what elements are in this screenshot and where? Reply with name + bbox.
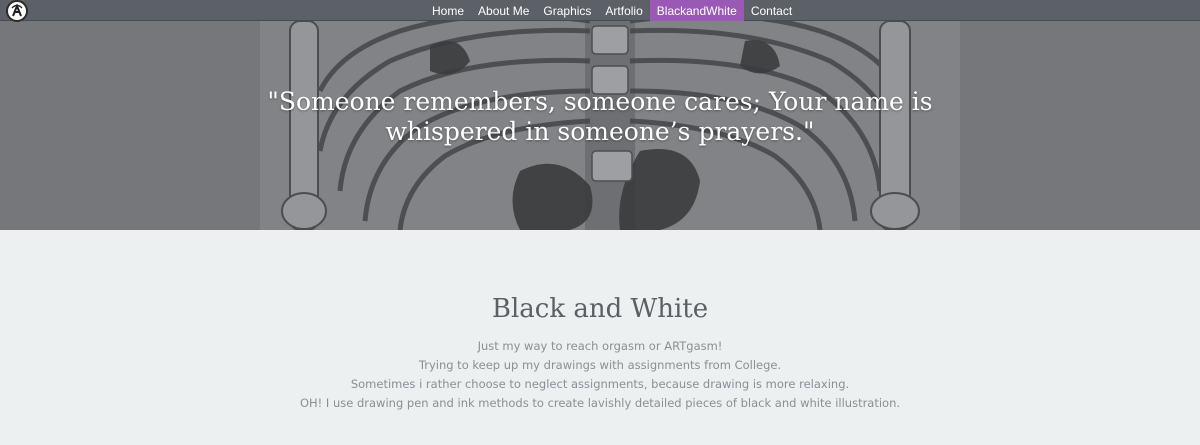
description-line: Sometimes i rather choose to neglect ass… (350, 377, 850, 391)
hero-banner: "Someone remembers, someone cares; Your … (0, 21, 1200, 230)
nav-item-contact[interactable]: Contact (744, 0, 799, 21)
nav-item-about-me[interactable]: About Me (471, 0, 536, 21)
nav-item-graphics[interactable]: Graphics (536, 0, 598, 21)
hero-quote: "Someone remembers, someone cares; Your … (250, 87, 950, 147)
nav-links: Home About Me Graphics Artfolio Blackand… (425, 0, 799, 21)
description-line: OH! I use drawing pen and ink methods to… (299, 396, 901, 410)
nav-item-blackandwhite[interactable]: BlackandWhite (649, 0, 744, 21)
section-description: Just my way to reach orgasm or ARTgasm! … (0, 337, 1200, 413)
quote-line-1: "Someone remembers, someone cares; Your … (267, 87, 933, 116)
nav-item-artfolio[interactable]: Artfolio (598, 0, 649, 21)
quote-line-2: whispered in someone’s prayers." (385, 117, 815, 146)
nav-item-home[interactable]: Home (425, 0, 471, 21)
description-line: Trying to keep up my drawings with assig… (418, 358, 782, 372)
section-title: Black and White (491, 294, 709, 324)
artfolio-logo-icon[interactable] (6, 0, 28, 22)
content-section: Black and White Just my way to reach org… (0, 230, 1200, 445)
description-line: Just my way to reach orgasm or ARTgasm! (477, 339, 723, 353)
top-navbar: Home About Me Graphics Artfolio Blackand… (0, 0, 1200, 22)
